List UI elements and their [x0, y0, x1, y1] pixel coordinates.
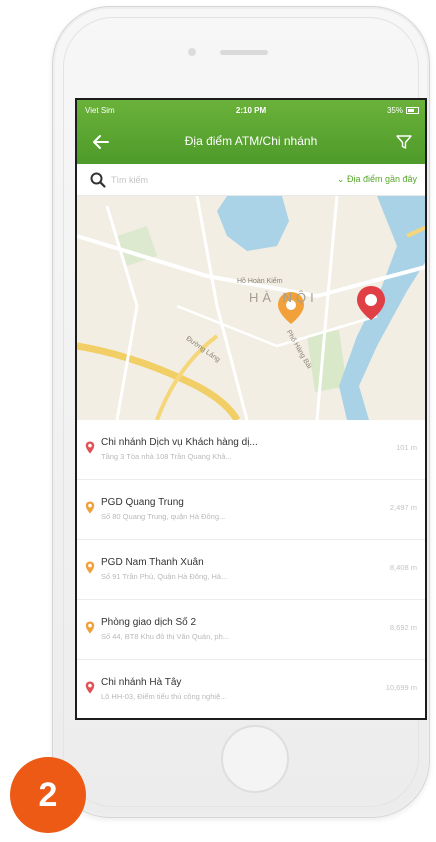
- location-address: Số 44, BT8 Khu đô thị Văn Quán, ph...: [101, 632, 230, 641]
- location-name: Chi nhánh Dịch vụ Khách hàng dị...: [101, 437, 258, 448]
- location-pin-icon: [85, 501, 95, 514]
- location-row[interactable]: PGD Nam Thanh Xuân Số 91 Trần Phú, Quận …: [77, 540, 425, 600]
- status-time: 2:10 PM: [235, 106, 267, 115]
- search-input[interactable]: [111, 170, 251, 190]
- battery-percent: 35%: [386, 106, 403, 115]
- location-name: PGD Quang Trung: [101, 497, 184, 508]
- location-pin-icon: [85, 681, 95, 694]
- status-bar: Viet Sim 2:10 PM 35%: [77, 102, 425, 120]
- location-address: Số 80 Quang Trung, quận Hà Đông...: [101, 512, 226, 521]
- location-name: Phòng giao dịch Số 2: [101, 617, 197, 628]
- recent-places-dropdown[interactable]: ⌄ Địa điểm gần đây: [337, 174, 417, 185]
- page-title: Địa điểm ATM/Chi nhánh: [184, 134, 318, 148]
- location-distance: 8,408 m: [389, 563, 417, 572]
- location-row[interactable]: PGD Quang Trung Số 80 Quang Trung, quận …: [77, 480, 425, 540]
- location-distance: 2,497 m: [389, 503, 417, 512]
- location-row[interactable]: Chi nhánh Dịch vụ Khách hàng dị... Tầng …: [77, 420, 425, 480]
- filter-button[interactable]: [393, 131, 415, 153]
- location-pin-icon: [85, 621, 95, 634]
- step-number-badge: 2: [10, 757, 86, 833]
- location-list: Chi nhánh Dịch vụ Khách hàng dị... Tầng …: [77, 420, 425, 718]
- location-row[interactable]: Phòng giao dịch Số 2 Số 44, BT8 Khu đô t…: [77, 600, 425, 660]
- location-row[interactable]: Chi nhánh Hà Tây Lô HH-03, Điểm tiểu thủ…: [77, 660, 425, 718]
- nav-bar: Địa điểm ATM/Chi nhánh: [77, 124, 425, 160]
- search-bar: ⌄ Địa điểm gần đây: [77, 164, 425, 196]
- filter-icon: [396, 135, 412, 149]
- recent-places-label: Địa điểm gần đây: [346, 174, 417, 184]
- back-button[interactable]: [89, 130, 113, 154]
- location-name: PGD Nam Thanh Xuân: [101, 557, 204, 568]
- location-distance: 101 m: [396, 443, 417, 452]
- chevron-down-icon: ⌄: [336, 174, 345, 184]
- earpiece-speaker: [220, 50, 268, 55]
- home-button[interactable]: [221, 725, 289, 793]
- map-canvas: [77, 196, 425, 420]
- map-label-lake: Hồ Hoàn Kiếm: [237, 278, 283, 285]
- battery-icon: [406, 107, 419, 114]
- map-view[interactable]: HÀ NỘI Hồ Hoàn Kiếm Phố Hàng Bài Đường L…: [77, 196, 425, 420]
- location-name: Chi nhánh Hà Tây: [101, 677, 182, 688]
- back-arrow-icon: [93, 135, 109, 149]
- location-pin-icon: [85, 561, 95, 574]
- location-address: Tầng 3 Tòa nhà 108 Trần Quang Khả...: [101, 452, 232, 461]
- location-distance: 8,692 m: [389, 623, 417, 632]
- map-label-city: HÀ NỘI: [249, 290, 318, 305]
- location-address: Số 91 Trần Phú, Quận Hà Đông, Hà...: [101, 572, 228, 581]
- search-icon: [90, 172, 106, 188]
- location-distance: 10,699 m: [385, 683, 417, 692]
- top-bar: Viet Sim 2:10 PM 35% Địa điểm ATM/Chi nh…: [77, 100, 425, 164]
- app-screen: Viet Sim 2:10 PM 35% Địa điểm ATM/Chi nh…: [75, 98, 427, 720]
- location-pin-icon: [85, 441, 95, 454]
- location-address: Lô HH-03, Điểm tiểu thủ công nghiệ...: [101, 692, 227, 701]
- front-camera: [188, 48, 196, 56]
